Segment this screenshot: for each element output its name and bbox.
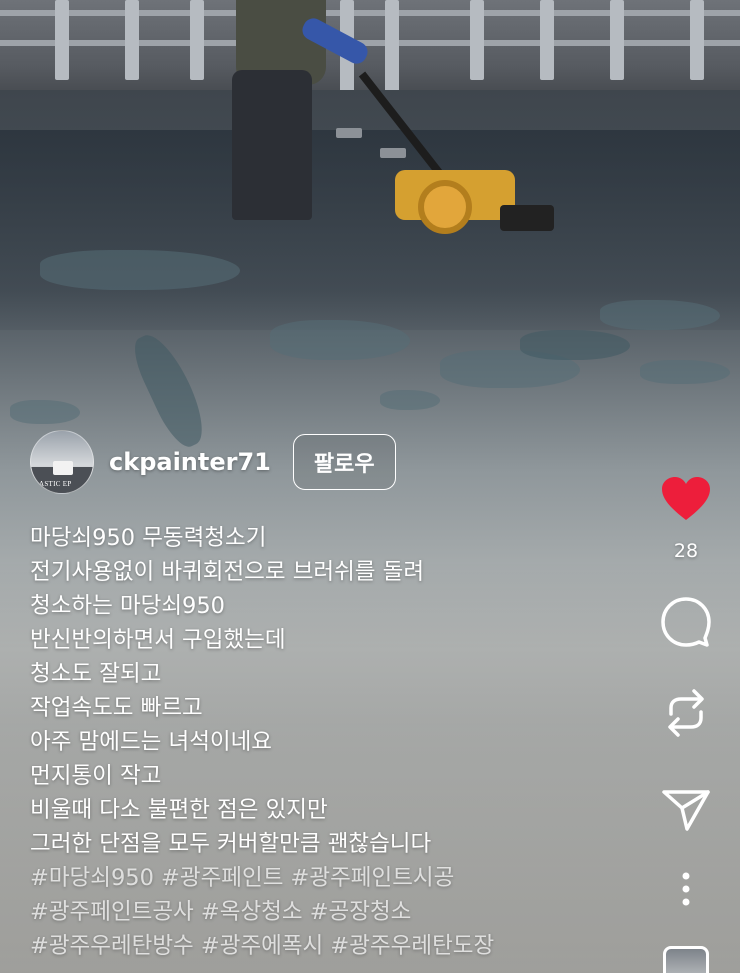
- caption-line: 청소도 잘되고: [30, 661, 162, 687]
- more-options-button[interactable]: [640, 872, 732, 906]
- fence-post: [610, 0, 624, 80]
- share-icon: [662, 790, 710, 831]
- fence-post: [690, 0, 704, 80]
- avatar-text: ASTIC EP: [39, 480, 72, 488]
- wet-patch: [520, 330, 630, 360]
- fence-rail: [0, 10, 740, 16]
- share-button[interactable]: [640, 788, 732, 832]
- wet-patch: [270, 320, 410, 360]
- audio-thumbnail[interactable]: [663, 946, 709, 973]
- fence-post: [55, 0, 69, 80]
- fence-post: [540, 0, 554, 80]
- caption-line: 반신반의하면서 구입했는데: [30, 627, 286, 653]
- caption-line: 전기사용없이 바퀴회전으로 브러쉬를 돌려: [30, 559, 425, 585]
- caption-line: 그러한 단점을 모두 커버할만큼 괜찮습니다: [30, 831, 432, 857]
- caption-line: 청소하는 마당쇠950: [30, 593, 225, 619]
- sweeper-brush: [500, 205, 554, 231]
- avatar-card: [53, 461, 73, 475]
- wet-patch: [40, 250, 240, 290]
- comment-button[interactable]: [640, 596, 732, 648]
- repost-button[interactable]: [640, 686, 732, 740]
- fence-post: [125, 0, 139, 80]
- hashtag-line[interactable]: #마당쇠950 #광주페인트 #광주페인트시공: [30, 861, 650, 895]
- author-row: ASTIC EP ckpainter71 팔로우: [30, 430, 396, 494]
- caption-line: 마당쇠950 무동력청소기: [30, 525, 267, 551]
- like-count: 28: [673, 540, 699, 562]
- avatar[interactable]: ASTIC EP: [30, 430, 94, 494]
- username[interactable]: ckpainter71: [109, 448, 271, 476]
- fence-rail: [0, 40, 740, 46]
- hashtag-line[interactable]: #광주페인트공사 #옥상청소 #공장청소: [30, 895, 650, 929]
- caption[interactable]: 마당쇠950 무동력청소기 전기사용없이 바퀴회전으로 브러쉬를 돌려 청소하는…: [30, 521, 650, 963]
- person-legs: [232, 70, 312, 220]
- fence-post: [470, 0, 484, 80]
- wet-patch: [640, 360, 730, 384]
- caption-line: 아주 맘에드는 녀석이네요: [30, 729, 273, 755]
- wet-patch: [600, 300, 720, 330]
- caption-line: 먼지통이 작고: [30, 763, 162, 789]
- heart-icon: [662, 477, 710, 520]
- fence-post: [190, 0, 204, 80]
- wet-patch: [380, 390, 440, 410]
- follow-button[interactable]: 팔로우: [292, 434, 396, 490]
- repost-icon: [668, 689, 704, 737]
- like-button[interactable]: [640, 476, 732, 522]
- comment-icon: [661, 597, 711, 647]
- wet-patch: [10, 400, 80, 424]
- post-base: [380, 148, 406, 158]
- caption-line: 작업속도도 빠르고: [30, 695, 203, 721]
- hashtag-line[interactable]: #광주우레탄방수 #광주에폭시 #광주우레탄도장: [30, 929, 650, 963]
- more-icon: [682, 872, 690, 906]
- caption-line: 비울때 다소 불편한 점은 있지만: [30, 797, 328, 823]
- post-base: [336, 128, 362, 138]
- sweeper-wheel: [418, 180, 472, 234]
